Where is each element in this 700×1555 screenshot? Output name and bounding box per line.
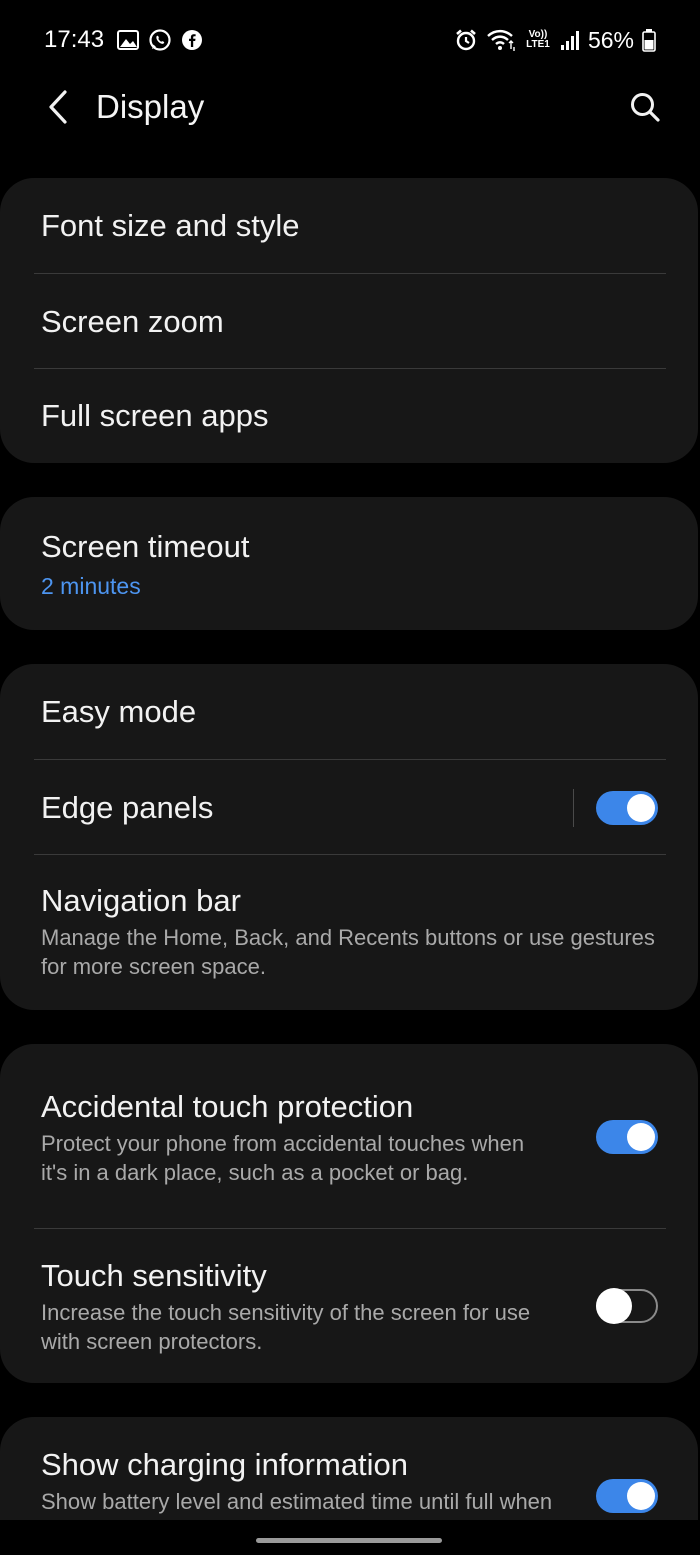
row-full-screen-apps[interactable]: Full screen apps bbox=[0, 369, 698, 463]
toggle-knob bbox=[627, 1482, 655, 1510]
vertical-separator bbox=[573, 788, 574, 827]
row-title: Show charging information bbox=[41, 1447, 409, 1482]
card-text-display: Font size and style Screen zoom Full scr… bbox=[0, 178, 698, 463]
show-charging-toggle[interactable] bbox=[596, 1479, 658, 1513]
volte-icon: Vo)) LTE1 bbox=[524, 28, 552, 52]
card-modes-navigation: Easy mode Edge panels Navigation bar Man… bbox=[0, 664, 698, 1010]
toggle-knob bbox=[627, 793, 655, 822]
status-right: Vo)) LTE1 56% bbox=[454, 27, 656, 54]
touch-sensitivity-toggle[interactable] bbox=[596, 1288, 658, 1324]
edge-panels-toggle[interactable] bbox=[596, 790, 658, 825]
row-screen-zoom[interactable]: Screen zoom bbox=[0, 274, 698, 369]
row-title: Screen timeout bbox=[41, 528, 250, 564]
alarm-icon bbox=[454, 28, 478, 52]
volte-label-bottom: LTE1 bbox=[526, 39, 550, 50]
gallery-icon bbox=[116, 28, 140, 52]
card-touch: Accidental touch protection Protect your… bbox=[0, 1044, 698, 1383]
row-title: Easy mode bbox=[41, 694, 197, 729]
row-easy-mode[interactable]: Easy mode bbox=[0, 664, 698, 760]
toggle-knob bbox=[596, 1288, 632, 1324]
row-title: Screen zoom bbox=[41, 303, 224, 339]
app-header: Display bbox=[0, 72, 700, 142]
row-text: Touch sensitivity Increase the touch sen… bbox=[41, 1256, 596, 1356]
gesture-handle[interactable] bbox=[256, 1538, 442, 1543]
row-title: Touch sensitivity bbox=[41, 1258, 267, 1293]
row-subtitle: Protect your phone from accidental touch… bbox=[41, 1130, 525, 1185]
row-text: Easy mode bbox=[41, 692, 658, 732]
row-title: Full screen apps bbox=[41, 398, 269, 433]
facebook-icon bbox=[180, 28, 204, 52]
row-text: Navigation bar Manage the Home, Back, an… bbox=[41, 881, 658, 981]
page-title: Display bbox=[96, 88, 205, 125]
screen-timeout-value: 2 minutes bbox=[41, 572, 141, 599]
row-touch-sensitivity[interactable]: Touch sensitivity Increase the touch sen… bbox=[0, 1229, 698, 1383]
battery-percent: 56% bbox=[587, 26, 634, 53]
row-title: Navigation bar bbox=[41, 883, 241, 918]
row-text: Accidental touch protection Protect your… bbox=[41, 1087, 596, 1187]
row-edge-panels[interactable]: Edge panels bbox=[0, 760, 698, 855]
status-bar: 17:43 Vo)) LTE1 56% bbox=[0, 0, 700, 80]
wifi-icon bbox=[486, 28, 516, 52]
row-font-size-and-style[interactable]: Font size and style bbox=[0, 178, 698, 274]
row-title: Accidental touch protection bbox=[41, 1088, 414, 1124]
chevron-left-icon bbox=[49, 90, 67, 124]
display-settings-screen: 17:43 Vo)) LTE1 56% Display Font size an… bbox=[0, 0, 700, 1555]
row-subtitle: Increase the touch sensitivity of the sc… bbox=[41, 1300, 531, 1354]
row-text: Edge panels bbox=[41, 788, 553, 828]
toggle-wrap bbox=[573, 788, 658, 827]
search-icon bbox=[631, 93, 660, 122]
row-screen-timeout[interactable]: Screen timeout 2 minutes bbox=[0, 497, 698, 630]
row-navigation-bar[interactable]: Navigation bar Manage the Home, Back, an… bbox=[0, 855, 698, 1010]
row-text: Full screen apps bbox=[41, 396, 658, 436]
status-left: 17:43 bbox=[44, 26, 204, 54]
row-text: Font size and style bbox=[41, 206, 658, 246]
whatsapp-icon bbox=[148, 28, 172, 52]
row-accidental-touch-protection[interactable]: Accidental touch protection Protect your… bbox=[0, 1044, 698, 1229]
row-title: Font size and style bbox=[41, 208, 300, 243]
battery-icon bbox=[642, 28, 656, 52]
toggle-knob bbox=[627, 1122, 655, 1151]
card-screen-timeout: Screen timeout 2 minutes bbox=[0, 497, 698, 630]
row-text: Screen timeout 2 minutes bbox=[41, 527, 658, 601]
back-button[interactable] bbox=[38, 86, 78, 128]
signal-icon bbox=[560, 28, 580, 52]
row-subtitle: Manage the Home, Back, and Recents butto… bbox=[41, 925, 655, 979]
search-button[interactable] bbox=[624, 86, 666, 128]
status-time: 17:43 bbox=[44, 26, 105, 53]
row-text: Screen zoom bbox=[41, 302, 658, 342]
row-title: Edge panels bbox=[41, 789, 214, 825]
accidental-touch-toggle[interactable] bbox=[596, 1119, 658, 1154]
